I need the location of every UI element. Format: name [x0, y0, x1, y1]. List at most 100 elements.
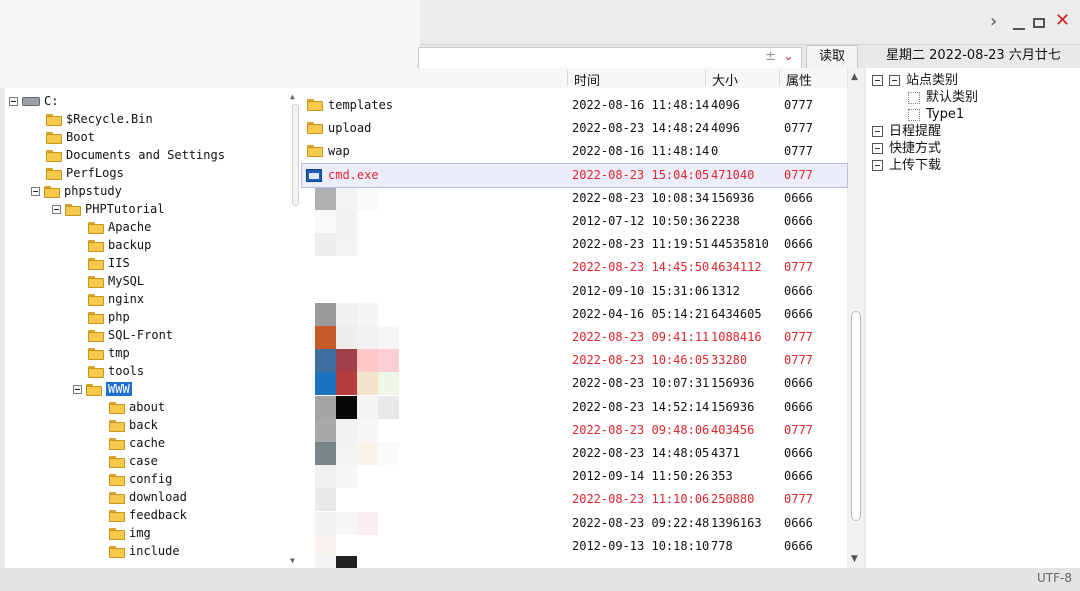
file-row[interactable]: 2022-04-16 05:14:21 6434605 0666 — [302, 303, 847, 326]
scroll-thumb[interactable] — [292, 104, 299, 206]
path-input[interactable] — [423, 50, 757, 68]
tree-item[interactable]: tools — [88, 362, 144, 380]
file-row[interactable]: 2022-08-23 10:08:34 156936 0666 — [302, 187, 847, 210]
category-item[interactable]: 日程提醒 — [872, 123, 941, 140]
file-row[interactable]: 2022-08-23 10:07:31 156936 0666 — [302, 372, 847, 395]
scroll-down-icon[interactable]: ▼ — [290, 556, 295, 565]
tree-item[interactable]: nginx — [88, 290, 144, 308]
tree-item[interactable]: include — [109, 542, 180, 560]
tree-item[interactable]: Boot — [46, 128, 95, 146]
folder-icon — [88, 257, 104, 270]
tree-item-label: nginx — [108, 292, 145, 306]
category-item[interactable]: 站点类别 — [872, 72, 958, 89]
column-name[interactable] — [310, 70, 314, 85]
tree-item-label: SQL-Front — [108, 328, 174, 342]
tree-item[interactable]: config — [109, 470, 172, 488]
tree-item-label: PerfLogs — [66, 166, 124, 180]
tree-item-label: WWW — [106, 382, 132, 396]
file-row[interactable]: 2022-08-23 09:48:06 403456 0777 — [302, 419, 847, 442]
collapse-icon[interactable] — [73, 385, 82, 394]
file-row[interactable]: 2022-08-23 09:41:11 1088416 0777 — [302, 326, 847, 349]
tree-item[interactable]: php — [88, 308, 130, 326]
tree-item[interactable]: feedback — [109, 506, 187, 524]
category-item[interactable]: 默认类别 — [908, 89, 978, 106]
tree-item[interactable]: img — [109, 524, 151, 542]
close-icon[interactable]: ✕ — [1055, 12, 1070, 30]
maximize-icon[interactable] — [1033, 18, 1045, 28]
tree-item[interactable]: backup — [88, 236, 151, 254]
file-attr: 0666 — [784, 284, 813, 298]
folder-icon — [46, 167, 62, 180]
scroll-down-icon[interactable]: ▼ — [851, 554, 858, 564]
collapse-icon[interactable] — [31, 187, 40, 196]
file-row[interactable]: upload 2022-08-23 14:48:24 4096 0777 — [302, 117, 847, 140]
tree-item[interactable]: about — [109, 398, 165, 416]
tree-item[interactable]: download — [109, 488, 187, 506]
file-row[interactable]: 2022-08-23 14:48:05 4371 0666 — [302, 442, 847, 465]
file-attr: 0777 — [784, 330, 813, 344]
tree-item[interactable]: $Recycle.Bin — [46, 110, 153, 128]
collapse-icon[interactable] — [9, 97, 18, 106]
file-attr: 0666 — [784, 214, 813, 228]
collapse-icon[interactable] — [52, 205, 61, 214]
tree-item[interactable]: Documents and Settings — [46, 146, 225, 164]
folder-icon — [46, 149, 62, 162]
chevron-right-icon[interactable]: › — [990, 13, 997, 31]
tree-item[interactable]: IIS — [88, 254, 130, 272]
tree-item-label: Boot — [66, 130, 95, 144]
file-row[interactable]: 2012-07-12 10:50:36 2238 0666 — [302, 210, 847, 233]
tree-item[interactable]: PerfLogs — [46, 164, 124, 182]
tree-item[interactable]: tmp — [88, 344, 130, 362]
file-row[interactable]: 2022-08-23 14:52:14 156936 0666 — [302, 396, 847, 419]
file-row[interactable]: 2022-08-23 09:22:48 1396163 0666 — [302, 512, 847, 535]
file-attr: 0666 — [784, 469, 813, 483]
category-item[interactable]: 上传下载 — [872, 157, 941, 174]
file-row[interactable]: 2022-08-23 10:46:05 33280 0777 — [302, 349, 847, 372]
tree-item[interactable]: case — [109, 452, 158, 470]
scroll-up-icon[interactable]: ▲ — [290, 92, 295, 101]
plus-minus-icon[interactable]: ± — [765, 49, 776, 64]
read-button[interactable]: 读取 — [806, 45, 858, 69]
column-time[interactable]: 时间 — [574, 70, 600, 89]
file-time: 2022-08-16 11:48:14 — [572, 144, 710, 158]
file-size: 353 — [711, 469, 733, 483]
tree-item[interactable]: Apache — [88, 218, 151, 236]
column-size[interactable]: 大小 — [712, 70, 738, 89]
file-row[interactable]: cmd.exe 2022-08-23 15:04:05 471040 0777 — [301, 163, 848, 188]
file-row[interactable]: 2022-08-23 11:10:06 250880 0777 — [302, 488, 847, 511]
folder-icon — [307, 145, 323, 157]
file-name: templates — [328, 98, 394, 112]
tree-item[interactable]: back — [109, 416, 158, 434]
scroll-thumb[interactable] — [851, 311, 861, 521]
file-row[interactable]: 2022-08-23 11:19:51 44535810 0666 — [302, 233, 847, 256]
tree-item[interactable]: SQL-Front — [88, 326, 173, 344]
folder-icon — [44, 185, 60, 198]
folder-icon — [88, 221, 104, 234]
folder-icon — [307, 99, 323, 111]
collapse-icon[interactable] — [872, 75, 883, 86]
tree-item[interactable]: phpstudy — [31, 182, 122, 200]
file-row[interactable]: 2012-09-14 11:50:26 353 0666 — [302, 465, 847, 488]
tree-item-label: IIS — [108, 256, 130, 270]
tree-item[interactable]: cache — [109, 434, 165, 452]
minimize-icon[interactable] — [1013, 28, 1025, 30]
tree-item[interactable]: C: — [9, 92, 58, 110]
file-attr: 0777 — [784, 260, 813, 274]
file-row[interactable]: 2012-09-13 10:18:10 778 0666 — [302, 535, 847, 558]
file-row[interactable]: templates 2022-08-16 11:48:14 4096 0777 — [302, 94, 847, 117]
tree-item[interactable]: MySQL — [88, 272, 144, 290]
scroll-up-icon[interactable]: ▲ — [851, 72, 858, 82]
category-item[interactable]: 快捷方式 — [872, 140, 941, 157]
file-row[interactable]: 2022-08-23 14:45:50 4634112 0777 — [302, 256, 847, 279]
file-size: 2238 — [711, 214, 740, 228]
file-row[interactable]: 2012-09-10 15:31:06 1312 0666 — [302, 280, 847, 303]
column-attr[interactable]: 属性 — [786, 70, 812, 89]
tree-item[interactable]: PHPTutorial — [52, 200, 164, 218]
schedule-icon — [872, 126, 883, 137]
tree-item[interactable]: WWW — [73, 380, 132, 398]
tree-scrollbar[interactable]: ▲ ▼ — [290, 92, 300, 568]
category-item[interactable]: Type1 — [908, 106, 964, 123]
chevron-down-icon[interactable]: ⌄ — [783, 49, 794, 64]
file-list-scrollbar[interactable]: ▲ ▼ — [848, 68, 864, 568]
file-row[interactable]: wap 2022-08-16 11:48:14 0 0777 — [302, 140, 847, 163]
